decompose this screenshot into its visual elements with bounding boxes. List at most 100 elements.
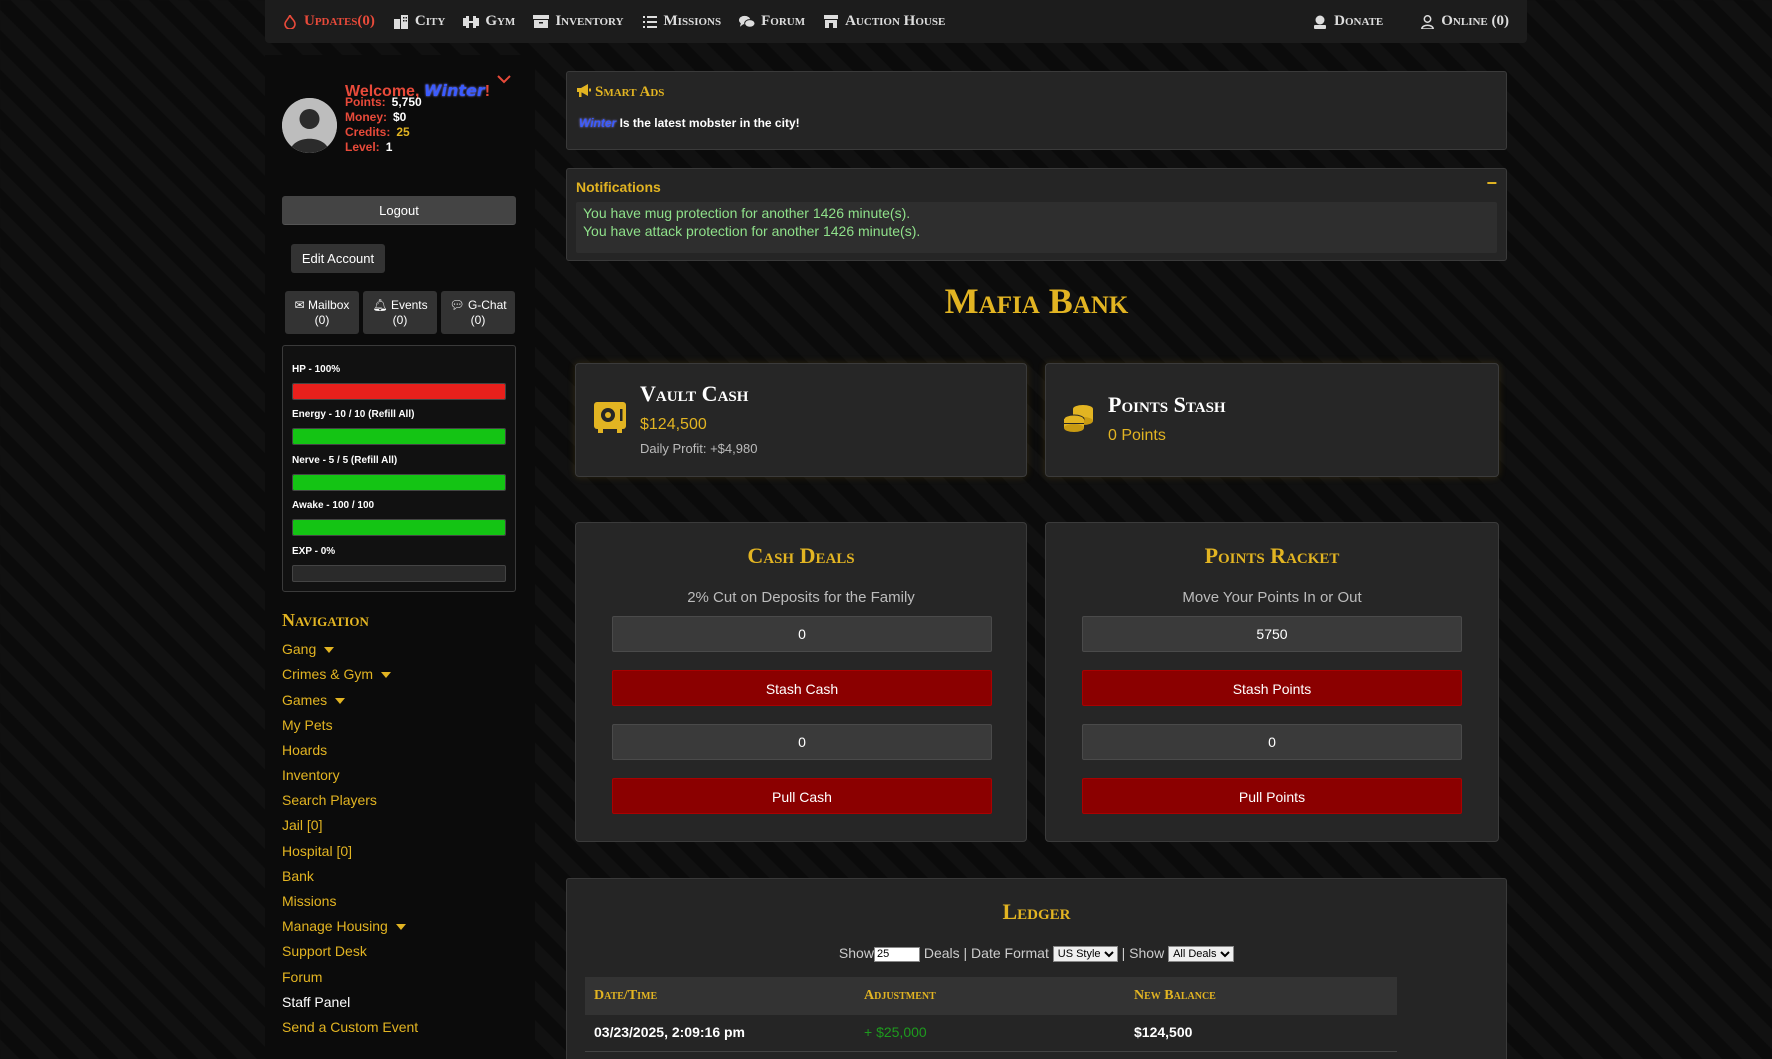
pull-points-button[interactable]: Pull Points xyxy=(1082,778,1462,814)
energy-label[interactable]: Energy - 10 / 10 (Refill All) xyxy=(292,409,414,420)
stat-credits-value: 25 xyxy=(396,125,410,139)
nav-forum[interactable]: Forum xyxy=(739,13,805,30)
events-button[interactable]: 🔔︎ Events (0) xyxy=(363,291,437,334)
show-label: Show xyxy=(838,945,874,961)
nav-link-jail[interactable]: Jail [0] xyxy=(282,817,322,833)
smart-ads-username[interactable]: Winter xyxy=(579,116,616,130)
city-icon xyxy=(393,14,409,29)
nav-inventory-label: Inventory xyxy=(555,13,624,29)
flame-icon xyxy=(282,14,298,29)
date-format-select[interactable]: US Style xyxy=(1052,946,1118,963)
avatar[interactable] xyxy=(282,98,337,153)
awake-bar xyxy=(292,519,506,536)
mailbox-count: (0) xyxy=(314,313,330,327)
gchat-count: (0) xyxy=(470,313,486,327)
deal-filter-select[interactable]: All Deals xyxy=(1168,946,1235,963)
points-stash-value: 0 Points xyxy=(1108,427,1166,444)
nav-missions[interactable]: Missions xyxy=(642,13,722,30)
stat-points: Points: 5,750 xyxy=(345,95,422,109)
collapse-icon[interactable]: − xyxy=(1486,173,1497,194)
nav-link-support-desk[interactable]: Support Desk xyxy=(282,943,367,959)
nav-right-group: Donate Online (0) xyxy=(1276,13,1509,30)
nav-link-hoards[interactable]: Hoards xyxy=(282,742,327,758)
nav-donate[interactable]: Donate xyxy=(1312,13,1383,30)
edit-account-button[interactable]: Edit Account xyxy=(291,244,385,273)
energy-bar xyxy=(292,428,506,445)
points-racket-title: Points Racket xyxy=(1204,543,1340,568)
show-filter-label: | Show xyxy=(1117,945,1169,961)
nav-link-forum[interactable]: Forum xyxy=(282,969,322,985)
pull-cash-button[interactable]: Pull Cash xyxy=(612,778,992,814)
nerve-bar-fill xyxy=(293,475,505,490)
nav-link-missions[interactable]: Missions xyxy=(282,893,336,909)
nav-link-bank[interactable]: Bank xyxy=(282,868,314,884)
stash-cash-button[interactable]: Stash Cash xyxy=(612,670,992,706)
nav-link-gang-label: Gang xyxy=(282,641,317,657)
notifications-list: You have mug protection for another 1426… xyxy=(576,202,1497,253)
row-adjustment: + $25,000 xyxy=(864,1024,927,1040)
gchat-button[interactable]: 💬︎ G-Chat (0) xyxy=(441,291,515,334)
box-icon xyxy=(533,15,550,29)
stat-money-key: Money: xyxy=(345,110,387,124)
hp-bar-fill xyxy=(293,384,505,399)
nav-gym[interactable]: Gym xyxy=(463,13,515,30)
smart-ads-panel: Smart Ads Winter Is the latest mobster i… xyxy=(566,71,1507,150)
ledger-table-header: Date/Time Adjustment New Balance xyxy=(585,977,1397,1015)
nav-link-staff-panel[interactable]: Staff Panel xyxy=(282,994,350,1010)
column-header-new-balance[interactable]: New Balance xyxy=(1134,988,1216,1004)
caret-down-icon xyxy=(381,672,391,679)
nerve-bar xyxy=(292,474,506,491)
nav-link-inventory[interactable]: Inventory xyxy=(282,767,340,783)
column-header-adjustment[interactable]: Adjustment xyxy=(864,988,936,1004)
nav-link-hospital[interactable]: Hospital [0] xyxy=(282,843,352,859)
nav-auction-house[interactable]: Auction House xyxy=(823,13,945,30)
awake-bar-fill xyxy=(293,520,505,535)
points-deposit-input[interactable] xyxy=(1082,616,1462,652)
cash-deposit-input[interactable] xyxy=(612,616,992,652)
nav-missions-label: Missions xyxy=(663,13,722,29)
stat-money-value: $0 xyxy=(393,110,407,124)
stash-points-button[interactable]: Stash Points xyxy=(1082,670,1462,706)
nav-link-send-custom-event[interactable]: Send a Custom Event xyxy=(282,1019,418,1035)
exp-bar xyxy=(292,565,506,582)
ledger-title: Ledger xyxy=(1002,899,1071,924)
list-icon xyxy=(642,15,658,29)
hp-bar xyxy=(292,383,506,400)
smart-ads-title: Smart Ads xyxy=(595,84,665,100)
username-link[interactable]: Winter xyxy=(424,81,485,100)
top-navigation: Updates(0) City Gym Inventory Missions F… xyxy=(265,0,1527,43)
hp-label: HP - 100% xyxy=(292,364,341,375)
chevron-down-icon[interactable] xyxy=(497,72,511,88)
nav-link-my-pets[interactable]: My Pets xyxy=(282,717,333,733)
logout-button[interactable]: Logout xyxy=(282,196,516,225)
nav-link-games[interactable]: Games xyxy=(282,692,346,708)
coins-icon xyxy=(1063,402,1095,439)
exp-label: EXP - 0% xyxy=(292,546,336,557)
mailbox-button[interactable]: ✉ Mailbox (0) xyxy=(285,291,359,334)
caret-down-icon xyxy=(324,647,335,654)
points-withdraw-input[interactable] xyxy=(1082,724,1462,760)
nav-link-manage-housing[interactable]: Manage Housing xyxy=(282,918,406,934)
nav-city[interactable]: City xyxy=(393,13,445,30)
navigation-heading: Navigation xyxy=(282,610,369,630)
cash-withdraw-input[interactable] xyxy=(612,724,992,760)
cash-deals-card: Cash Deals 2% Cut on Deposits for the Fa… xyxy=(575,522,1027,842)
stat-level-key: Level: xyxy=(345,140,380,154)
notifications-title: Notifications xyxy=(576,179,661,195)
nav-link-gang[interactable]: Gang xyxy=(282,641,335,657)
cash-deals-subtitle: 2% Cut on Deposits for the Family xyxy=(687,589,915,606)
nav-updates[interactable]: Updates(0) xyxy=(282,13,375,30)
caret-down-icon xyxy=(395,924,406,931)
nav-link-crimes-gym[interactable]: Crimes & Gym xyxy=(282,666,391,682)
envelope-icon: ✉ xyxy=(294,298,305,312)
page-size-input[interactable] xyxy=(873,946,920,962)
energy-bar-fill xyxy=(293,429,505,444)
stat-level-value: 1 xyxy=(385,140,393,154)
nav-online[interactable]: Online (0) xyxy=(1419,13,1509,30)
column-header-datetime[interactable]: Date/Time xyxy=(594,988,657,1004)
nav-inventory[interactable]: Inventory xyxy=(533,13,624,30)
daily-profit: Daily Profit: +$4,980 xyxy=(640,441,758,456)
nerve-label[interactable]: Nerve - 5 / 5 (Refill All) xyxy=(292,455,397,466)
nav-link-search-players[interactable]: Search Players xyxy=(282,792,377,808)
ledger-controls: Show Deals | Date Format US Style | Show… xyxy=(567,945,1506,963)
